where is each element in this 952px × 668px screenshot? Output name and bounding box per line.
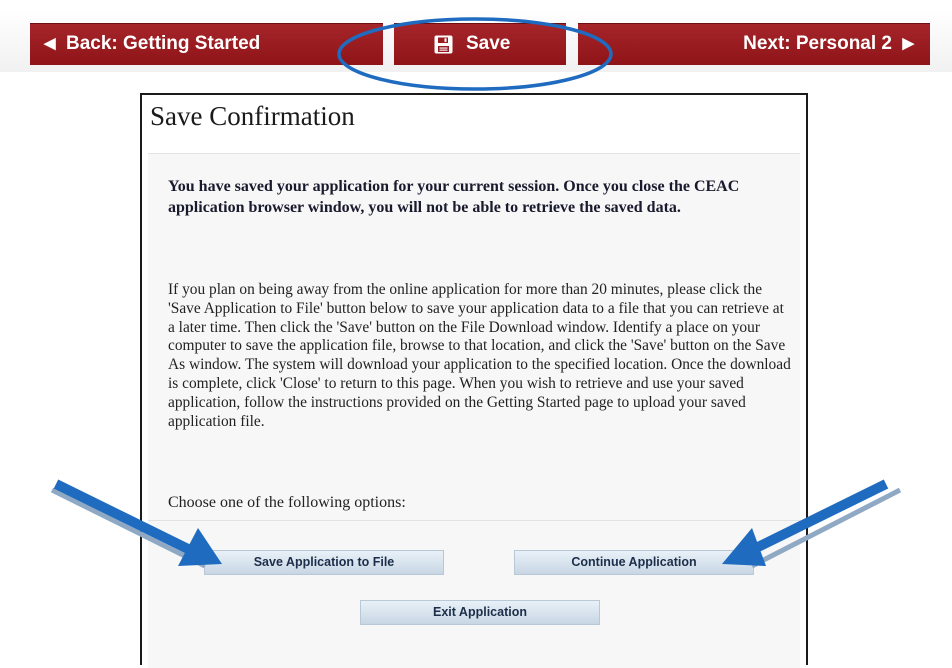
save-confirmation-dialog: Save Confirmation You have saved your ap… (140, 93, 808, 668)
back-button[interactable]: ◀ Back: Getting Started (30, 23, 383, 65)
dialog-body: You have saved your application for your… (148, 153, 800, 668)
divider (148, 520, 800, 521)
floppy-disk-icon (434, 35, 453, 54)
next-button[interactable]: Next: Personal 2 ▶ (578, 23, 930, 65)
dialog-title: Save Confirmation (150, 101, 355, 131)
save-button[interactable]: Save (394, 23, 566, 65)
continue-application-button[interactable]: Continue Application (514, 550, 754, 575)
back-button-label: Back: Getting Started (66, 33, 261, 54)
save-instructions-text: If you plan on being away from the onlin… (168, 281, 791, 430)
left-triangle-icon: ◀ (44, 35, 56, 52)
save-warning-text: You have saved your application for your… (168, 178, 740, 216)
options-prompt: Choose one of the following options: (168, 494, 406, 511)
next-button-label: Next: Personal 2 (743, 33, 892, 54)
save-button-label: Save (466, 33, 511, 54)
exit-application-button[interactable]: Exit Application (360, 600, 600, 625)
right-triangle-icon: ▶ (902, 35, 914, 52)
save-application-to-file-button[interactable]: Save Application to File (204, 550, 444, 575)
